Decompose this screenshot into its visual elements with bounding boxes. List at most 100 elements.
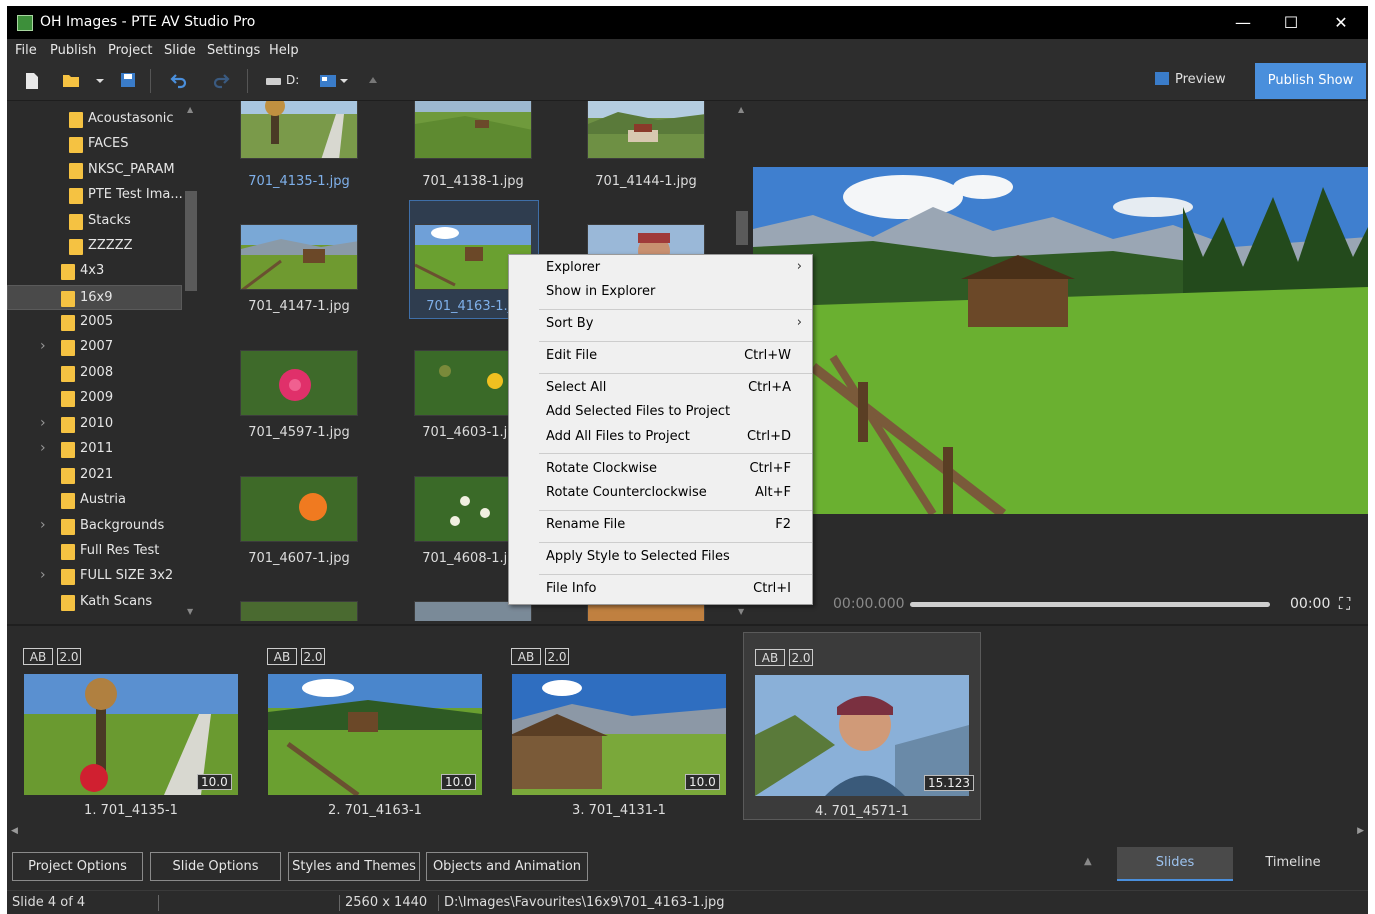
file-name[interactable]: 701_4144-1.jpg — [571, 174, 721, 189]
menu-file[interactable]: File — [15, 43, 37, 58]
menu-item-rotate-clockwise[interactable]: Rotate Clockwise Ctrl+F — [509, 458, 812, 482]
tab-timeline[interactable]: Timeline — [1235, 847, 1351, 881]
view-mode-icon[interactable] — [319, 74, 337, 92]
file-thumbnail[interactable] — [240, 476, 358, 542]
tree-scroll-thumb[interactable] — [185, 191, 197, 291]
slide-item[interactable]: AB 2.0 10.0 3. 701_4131-1 — [505, 632, 743, 820]
transition-badge[interactable]: AB — [511, 648, 541, 665]
file-name[interactable]: 701_4138-1.jpg — [398, 174, 548, 189]
tree-item-nksc-param[interactable]: NKSC_PARAM — [7, 158, 182, 183]
redo-icon[interactable] — [212, 72, 230, 90]
menu-item-select-all[interactable]: Select All Ctrl+A — [509, 377, 812, 401]
tree-item-2005[interactable]: 2005 — [7, 310, 182, 335]
close-button[interactable]: ✕ — [1317, 6, 1365, 39]
slide-item[interactable]: AB 2.0 10.0 1. 701_4135-1 — [17, 632, 255, 820]
menu-item-apply-style[interactable]: Apply Style to Selected Files — [509, 546, 812, 570]
expand-chevron-icon[interactable]: › — [40, 517, 46, 533]
up-folder-icon[interactable] — [368, 72, 378, 90]
transition-badge[interactable]: AB — [267, 648, 297, 665]
tree-item-backgrounds[interactable]: › Backgrounds — [7, 514, 182, 539]
file-thumbnail[interactable] — [240, 101, 358, 159]
scroll-up-icon[interactable]: ▲ — [187, 105, 193, 114]
menu-help[interactable]: Help — [269, 43, 299, 58]
file-name[interactable]: 701_4607-1.jpg — [224, 551, 374, 566]
save-icon[interactable] — [120, 72, 136, 90]
tree-item-2021[interactable]: 2021 — [7, 463, 182, 488]
tree-item-full-res-test[interactable]: Full Res Test — [7, 539, 182, 564]
preview-button[interactable]: Preview — [1155, 72, 1226, 87]
menu-item-rotate-counterclockwise[interactable]: Rotate Counterclockwise Alt+F — [509, 482, 812, 506]
tree-item-full-size-3x2[interactable]: › FULL SIZE 3x2 — [7, 564, 182, 589]
menu-publish[interactable]: Publish — [50, 43, 96, 58]
transition-duration-badge[interactable]: 2.0 — [789, 649, 813, 666]
grid-scroll-thumb[interactable] — [736, 211, 748, 245]
fullscreen-icon[interactable]: ⛶ — [1339, 594, 1350, 614]
tree-item-2011[interactable]: › 2011 — [7, 437, 182, 462]
objects-and-animation-button[interactable]: Objects and Animation — [426, 852, 588, 881]
strip-horizontal-scrollbar[interactable]: ◀ ▶ — [7, 826, 1368, 838]
file-thumbnail[interactable] — [240, 601, 358, 621]
timeline-slider[interactable] — [910, 602, 1270, 607]
maximize-button[interactable]: ☐ — [1267, 6, 1315, 39]
menu-slide[interactable]: Slide — [164, 43, 196, 58]
tab-slides[interactable]: Slides — [1117, 847, 1233, 881]
transition-badge[interactable]: AB — [755, 649, 785, 666]
publish-show-button[interactable]: Publish Show — [1255, 63, 1366, 99]
tree-item-pte-test-images[interactable]: PTE Test Ima... — [7, 183, 183, 208]
tree-item-2009[interactable]: 2009 — [7, 386, 182, 411]
menu-item-edit-file[interactable]: Edit File Ctrl+W — [509, 345, 812, 369]
expand-chevron-icon[interactable]: › — [40, 415, 46, 431]
tree-item-kath-scans[interactable]: Kath Scans — [7, 590, 182, 615]
expand-chevron-icon[interactable]: › — [40, 440, 46, 456]
view-mode-dropdown-icon[interactable] — [339, 72, 349, 90]
slide-item[interactable]: AB 2.0 10.0 2. 701_4163-1 — [261, 632, 499, 820]
menu-project[interactable]: Project — [108, 43, 152, 58]
open-folder-icon[interactable] — [62, 72, 80, 90]
menu-item-show-in-explorer[interactable]: Show in Explorer — [509, 281, 812, 305]
open-dropdown-icon[interactable] — [95, 72, 105, 90]
file-thumbnail[interactable] — [240, 350, 358, 416]
menu-item-add-all-files[interactable]: Add All Files to Project Ctrl+D — [509, 426, 812, 450]
tree-item-2007[interactable]: › 2007 — [7, 335, 182, 360]
menu-item-file-info[interactable]: File Info Ctrl+I — [509, 578, 812, 602]
tree-item-stacks[interactable]: Stacks — [7, 209, 182, 234]
tree-item-acoustasonic[interactable]: Acoustasonic — [7, 107, 182, 132]
slide-item-current[interactable]: AB 2.0 15.123 4. 701_4571-1 — [743, 632, 981, 820]
file-thumbnail[interactable] — [587, 101, 705, 159]
file-name[interactable]: 701_4597-1.jpg — [224, 425, 374, 440]
scroll-left-icon[interactable]: ◀ — [11, 826, 18, 836]
file-thumbnail[interactable] — [240, 224, 358, 290]
scroll-right-icon[interactable]: ▶ — [1357, 826, 1364, 836]
menu-item-sort-by[interactable]: Sort By › — [509, 313, 812, 337]
slide-options-button[interactable]: Slide Options — [150, 852, 281, 881]
tree-item-faces[interactable]: FACES — [7, 132, 182, 157]
tree-item-2008[interactable]: 2008 — [7, 361, 182, 386]
menu-item-rename-file[interactable]: Rename File F2 — [509, 514, 812, 538]
styles-and-themes-button[interactable]: Styles and Themes — [288, 852, 420, 881]
tree-item-2010[interactable]: › 2010 — [7, 412, 182, 437]
file-name[interactable]: 701_4147-1.jpg — [224, 299, 374, 314]
transition-badge[interactable]: AB — [23, 648, 53, 665]
collapse-up-icon[interactable]: ▲ — [1084, 856, 1092, 867]
tree-scrollbar[interactable]: ▲ ▼ — [183, 101, 199, 621]
menu-item-add-selected-files[interactable]: Add Selected Files to Project — [509, 401, 812, 425]
file-name[interactable]: 701_4135-1.jpg — [224, 174, 374, 189]
new-file-icon[interactable] — [25, 72, 39, 90]
minimize-button[interactable]: — — [1219, 6, 1267, 39]
project-options-button[interactable]: Project Options — [12, 852, 143, 881]
scroll-down-icon[interactable]: ▼ — [187, 607, 193, 616]
expand-chevron-icon[interactable]: › — [40, 567, 46, 583]
tree-item-16x9[interactable]: 16x9 — [7, 285, 182, 310]
transition-duration-badge[interactable]: 2.0 — [301, 648, 325, 665]
scroll-up-icon[interactable]: ▲ — [738, 105, 744, 114]
file-thumbnail[interactable] — [414, 101, 532, 159]
expand-chevron-icon[interactable]: › — [40, 338, 46, 354]
menu-item-explorer[interactable]: Explorer › — [509, 257, 812, 281]
undo-icon[interactable] — [170, 72, 188, 90]
transition-duration-badge[interactable]: 2.0 — [57, 648, 81, 665]
menu-settings[interactable]: Settings — [207, 43, 260, 58]
scroll-down-icon[interactable]: ▼ — [738, 607, 744, 616]
tree-item-zzzzz[interactable]: ZZZZZ — [7, 234, 182, 259]
tree-item-4x3[interactable]: 4x3 — [7, 259, 182, 284]
tree-item-austria[interactable]: Austria — [7, 488, 182, 513]
